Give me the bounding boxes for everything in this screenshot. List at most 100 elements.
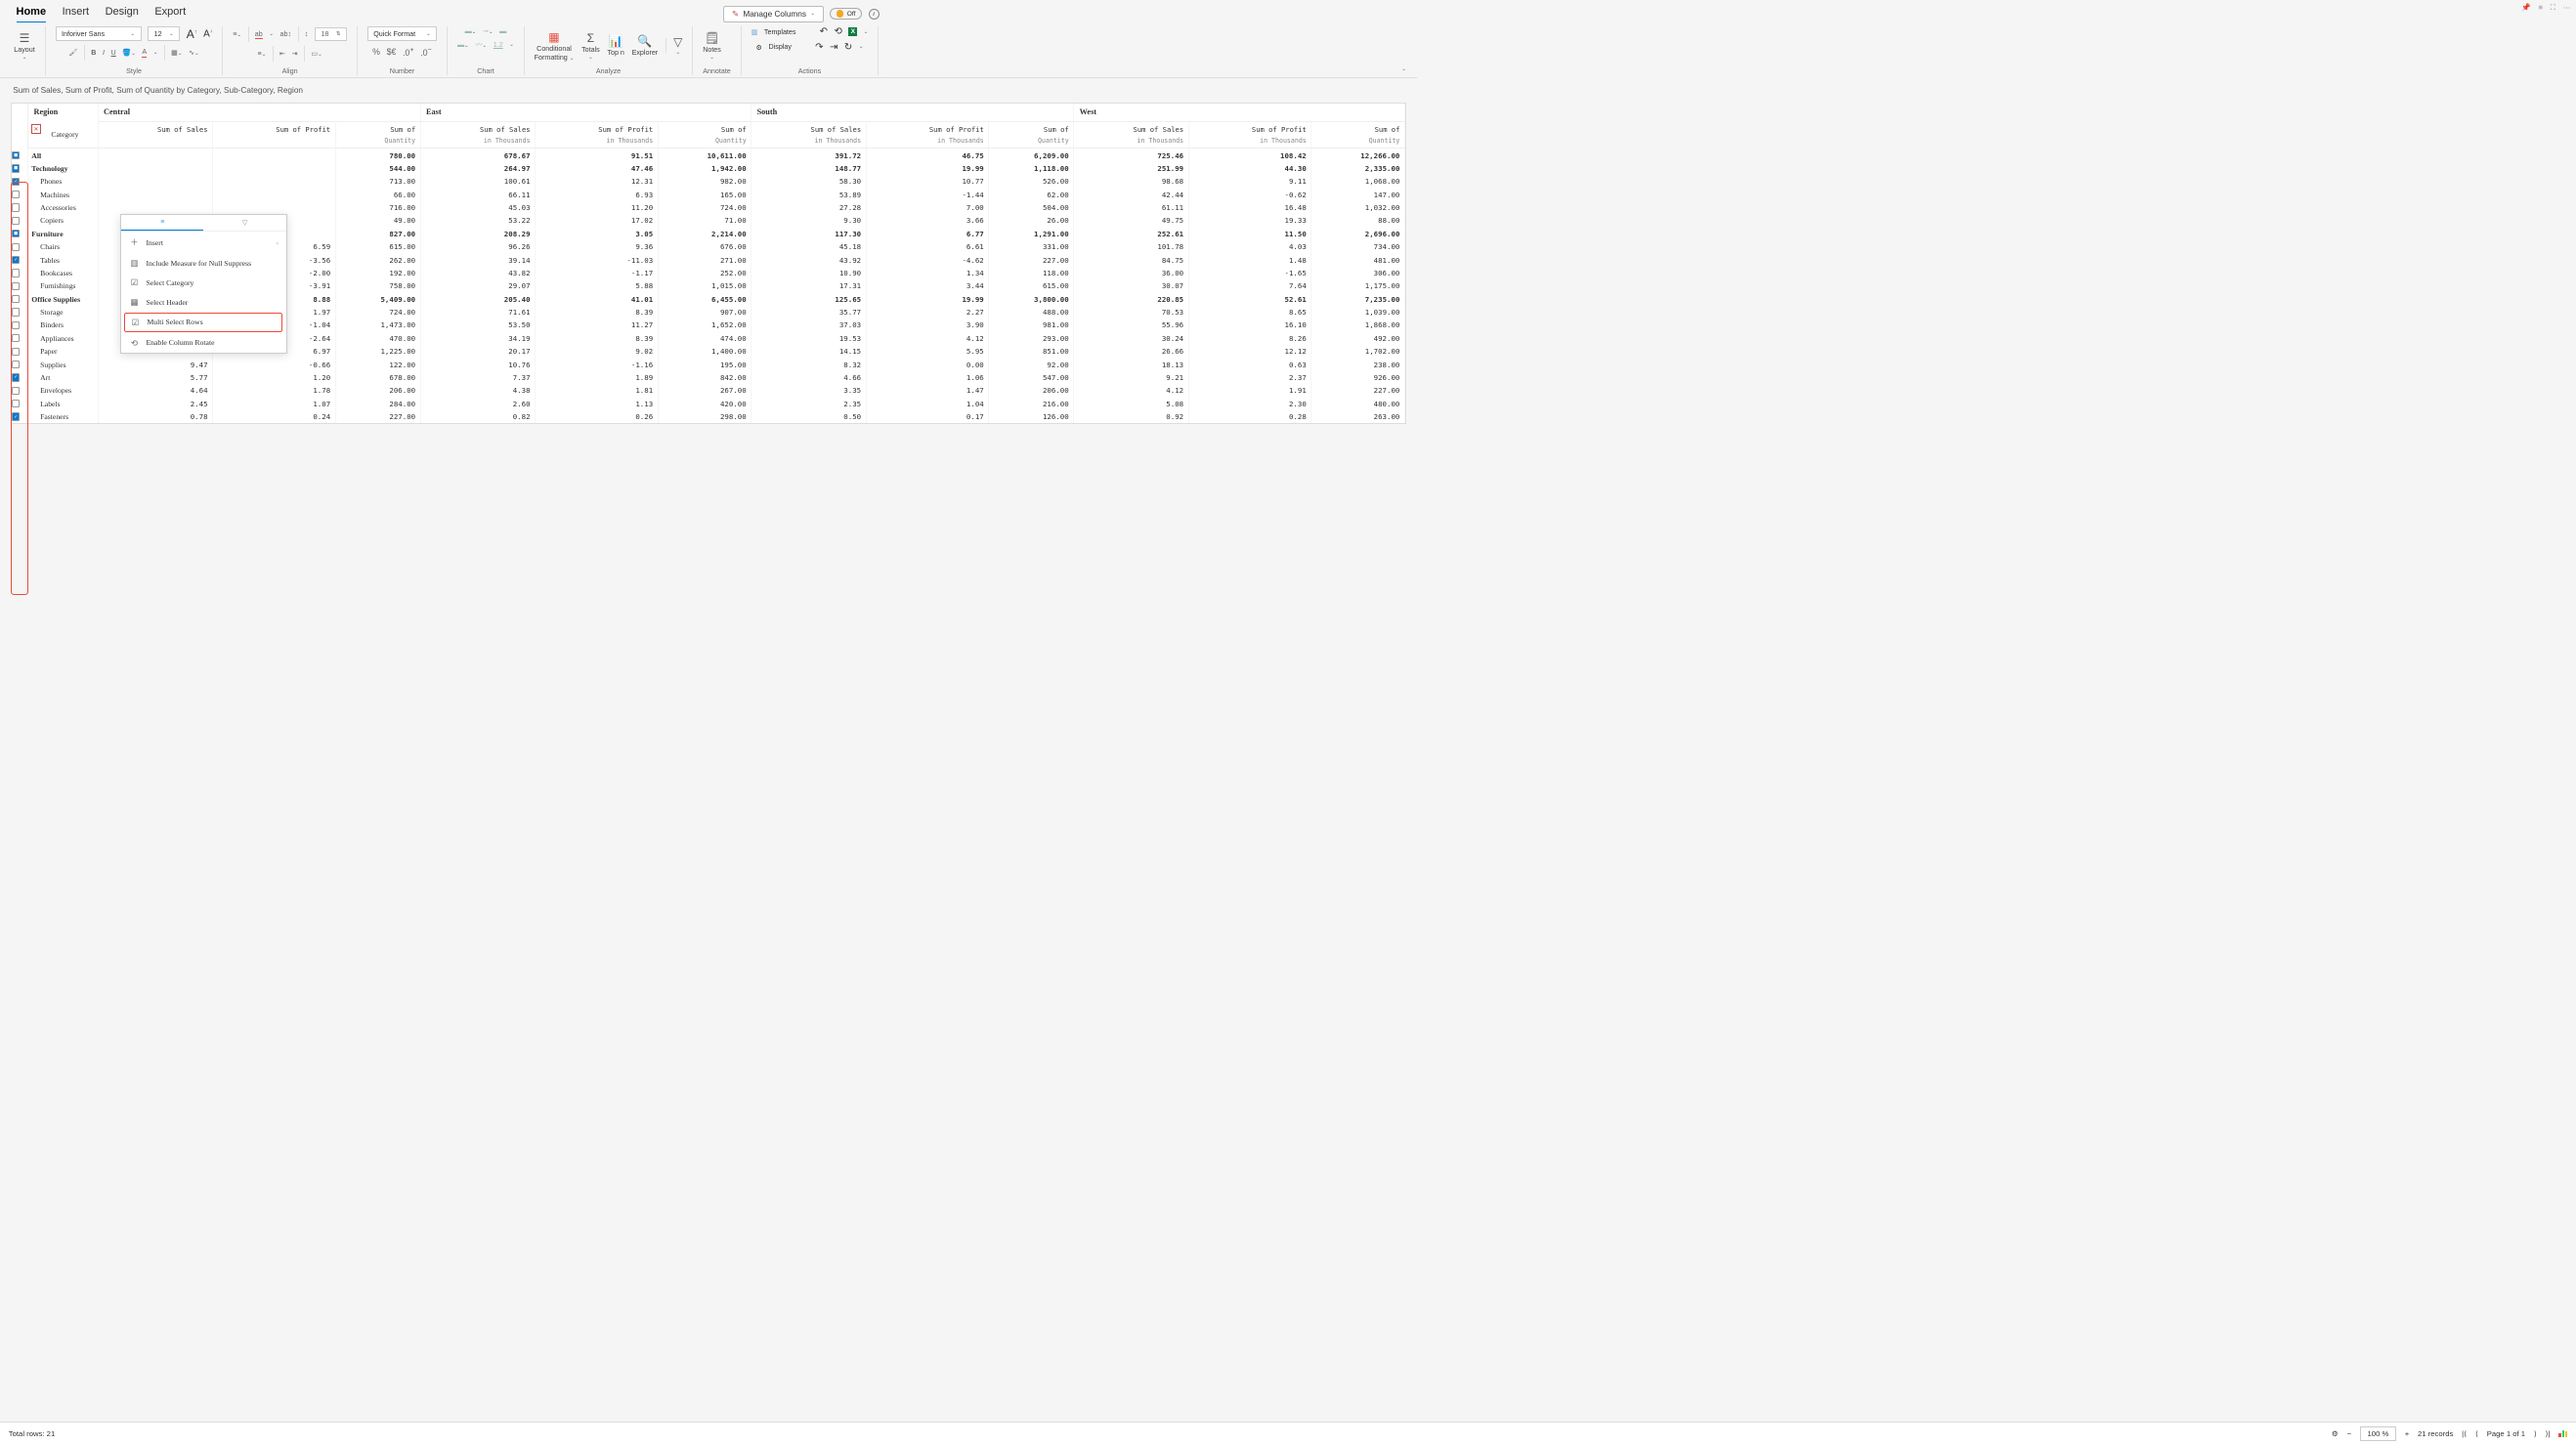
data-cell[interactable]: 0.17 (866, 410, 989, 423)
data-cell[interactable]: 205.40 (420, 293, 535, 306)
data-cell[interactable]: 6,455.00 (658, 293, 751, 306)
data-cell[interactable]: 678.67 (420, 149, 535, 162)
data-cell[interactable] (98, 162, 212, 175)
metric-header[interactable]: Sum of (335, 121, 420, 137)
category-cell[interactable]: Storage (28, 306, 99, 319)
bold-button[interactable]: B (91, 49, 96, 57)
category-cell[interactable]: Machines (28, 189, 99, 201)
data-cell[interactable]: 46.75 (866, 149, 989, 162)
data-cell[interactable]: 267.00 (658, 384, 751, 397)
category-cell[interactable]: Supplies (28, 358, 99, 370)
checkbox-empty[interactable] (12, 361, 20, 368)
wrap-text-button[interactable]: ab (255, 30, 263, 39)
data-cell[interactable]: -0.62 (1188, 189, 1311, 201)
data-cell[interactable]: 16.10 (1188, 319, 1311, 331)
refresh-icon[interactable]: ↻ (844, 42, 852, 53)
data-cell[interactable]: 4.12 (1074, 384, 1188, 397)
data-cell[interactable]: 713.00 (335, 175, 420, 188)
data-cell[interactable]: 1,039.00 (1311, 306, 1405, 319)
data-cell[interactable]: 53.22 (420, 214, 535, 227)
data-cell[interactable]: 1,400.00 (658, 345, 751, 358)
category-cell[interactable]: Appliances (28, 332, 99, 345)
context-menu-item[interactable]: ＋Insert› (121, 232, 286, 253)
data-cell[interactable]: 108.42 (1188, 149, 1311, 162)
align-v-button[interactable]: ≡⌄ (233, 30, 241, 38)
data-cell[interactable]: 6,209.00 (989, 149, 1074, 162)
data-cell[interactable]: 19.33 (1188, 214, 1311, 227)
data-cell[interactable]: -11.03 (535, 253, 658, 266)
data-cell[interactable]: 4.66 (751, 371, 866, 384)
data-cell[interactable]: 4.64 (98, 384, 212, 397)
data-cell[interactable]: 262.00 (335, 253, 420, 266)
data-cell[interactable]: 52.61 (1188, 293, 1311, 306)
data-cell[interactable]: 544.00 (335, 162, 420, 175)
data-cell[interactable]: 98.68 (1074, 175, 1188, 188)
display-label[interactable]: Display (769, 43, 792, 51)
table-row[interactable]: Envelopes4.641.78206.004.381.81267.003.3… (12, 384, 1404, 397)
height-input[interactable]: 18⇅ (315, 27, 347, 41)
data-cell[interactable]: 43.82 (420, 267, 535, 279)
data-cell[interactable]: 19.53 (751, 332, 866, 345)
data-cell[interactable]: 492.00 (1311, 332, 1405, 345)
data-cell[interactable]: 206.00 (989, 384, 1074, 397)
data-cell[interactable]: 2.60 (420, 398, 535, 410)
data-cell[interactable]: 30.07 (1074, 279, 1188, 292)
data-cell[interactable]: 982.00 (658, 175, 751, 188)
data-cell[interactable]: 391.72 (751, 149, 866, 162)
data-cell[interactable]: 271.00 (658, 253, 751, 266)
data-cell[interactable]: 1,473.00 (335, 319, 420, 331)
data-cell[interactable]: 6.93 (535, 189, 658, 201)
data-cell[interactable]: 0.24 (212, 410, 335, 423)
data-cell[interactable]: 125.65 (751, 293, 866, 306)
zoom-in-button[interactable]: + (2405, 1429, 2410, 1438)
data-cell[interactable]: 1,032.00 (1311, 201, 1405, 214)
data-cell[interactable]: 43.92 (751, 253, 866, 266)
data-cell[interactable]: 148.77 (751, 162, 866, 175)
data-cell[interactable]: 724.00 (335, 306, 420, 319)
data-cell[interactable]: 29.07 (420, 279, 535, 292)
data-cell[interactable]: 11.50 (1188, 228, 1311, 240)
checkbox-empty[interactable] (12, 217, 20, 225)
next-page-button[interactable]: ⟩ (2534, 1429, 2537, 1438)
zoom-level[interactable]: 100 % (2360, 1426, 2396, 1440)
context-tab-list[interactable]: ≡ (121, 215, 203, 232)
zoom-out-button[interactable]: − (2347, 1429, 2352, 1438)
data-cell[interactable]: 1.13 (535, 398, 658, 410)
conditional-formatting-button[interactable]: ▦ Conditional Formatting ⌄ (535, 30, 575, 62)
last-page-button[interactable]: ⟩| (2546, 1429, 2551, 1438)
data-cell[interactable]: 70.53 (1074, 306, 1188, 319)
context-menu-item[interactable]: ⟲Enable Column Rotate (121, 333, 286, 353)
category-cell[interactable]: Paper (28, 345, 99, 358)
checkbox-empty[interactable] (12, 321, 20, 329)
data-cell[interactable]: 238.00 (1311, 358, 1405, 370)
metric-header[interactable]: Sum of Sales (1074, 121, 1188, 137)
data-cell[interactable]: 2.30 (1188, 398, 1311, 410)
format-painter-icon[interactable]: 🖌 (68, 48, 77, 57)
templates-label[interactable]: Templates (764, 28, 796, 36)
data-cell[interactable]: 298.00 (658, 410, 751, 423)
data-cell[interactable] (212, 149, 335, 162)
data-cell[interactable]: 6.61 (866, 240, 989, 253)
data-cell[interactable]: 1,015.00 (658, 279, 751, 292)
data-cell[interactable]: 10.77 (866, 175, 989, 188)
bullet-chart-icon[interactable]: ▬⌄ (457, 41, 469, 49)
data-cell[interactable]: 293.00 (989, 332, 1074, 345)
data-cell[interactable]: 206.00 (335, 384, 420, 397)
data-cell[interactable]: -1.65 (1188, 267, 1311, 279)
data-cell[interactable] (98, 175, 212, 188)
category-cell[interactable]: Furniture (28, 228, 99, 240)
data-cell[interactable]: 3.35 (751, 384, 866, 397)
data-cell[interactable]: 91.51 (535, 149, 658, 162)
scale-button[interactable]: 1.2 (494, 41, 503, 49)
data-cell[interactable]: 331.00 (989, 240, 1074, 253)
data-cell[interactable]: 252.00 (658, 267, 751, 279)
data-cell[interactable]: 481.00 (1311, 253, 1405, 266)
checkbox-checked[interactable]: ✓ (12, 256, 20, 264)
data-cell[interactable]: 3.44 (866, 279, 989, 292)
data-cell[interactable]: 66.11 (420, 189, 535, 201)
reset-icon[interactable]: ⟲ (835, 26, 842, 37)
region-east[interactable]: East (420, 104, 751, 121)
data-cell[interactable]: 2,335.00 (1311, 162, 1405, 175)
indent-right-button[interactable]: ⇥ (292, 49, 298, 58)
category-cell[interactable]: Phones (28, 175, 99, 188)
